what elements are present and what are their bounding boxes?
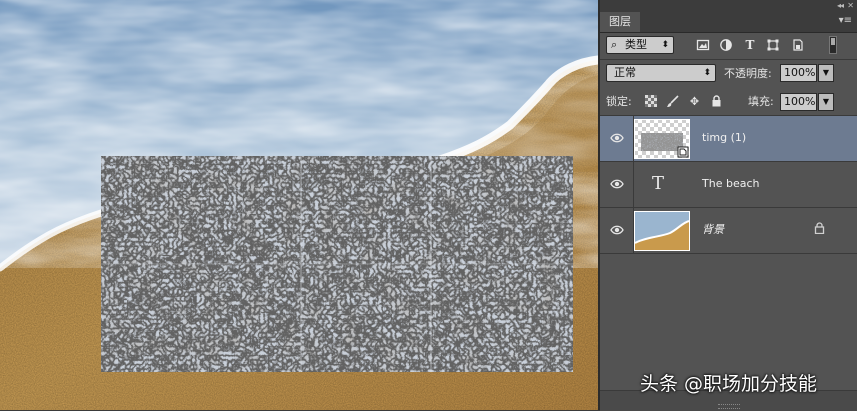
layer-name[interactable]: The beach (702, 177, 759, 191)
eye-visibility-icon[interactable] (610, 224, 624, 236)
layer-row-background[interactable]: 背景 (600, 208, 857, 254)
layer-row-timg[interactable]: timg (1) (600, 116, 857, 162)
foam-texture-image (101, 156, 573, 372)
lock-all-icon[interactable] (710, 95, 723, 108)
shape-filter-icon[interactable] (766, 38, 780, 52)
lock-pixels-brush-icon[interactable] (666, 95, 679, 108)
layer-name[interactable]: timg (1) (702, 131, 746, 145)
tab-layers[interactable]: 图层 (600, 12, 640, 32)
panel-title-bar: ◂◂ ✕ (600, 0, 857, 12)
fill-dropdown-button[interactable]: ▼ (818, 93, 834, 111)
image-filter-icon[interactable] (696, 38, 710, 52)
panel-tab-bar: 图层 ▾≡ (600, 12, 857, 33)
resize-grip[interactable] (718, 404, 740, 409)
filter-toggle-switch[interactable] (829, 36, 837, 54)
eye-visibility-icon[interactable] (610, 132, 624, 144)
layer-filter-bar: ⌕ 类型 ⬍ T (600, 33, 857, 59)
type-filter-icon[interactable]: T (743, 38, 757, 52)
lock-label: 锁定: (606, 95, 632, 108)
fill-label: 填充: (748, 95, 774, 108)
blend-mode-select[interactable]: 正常 ⬍ (606, 64, 716, 82)
blend-mode-value: 正常 (614, 66, 636, 79)
document-canvas[interactable] (0, 0, 598, 410)
layer-row-the-beach[interactable]: T The beach (600, 162, 857, 208)
layer-name[interactable]: 背景 (702, 223, 724, 237)
opacity-input[interactable]: 100% (780, 64, 817, 82)
updown-arrows-icon: ⬍ (661, 40, 669, 50)
updown-arrows-icon: ⬍ (703, 68, 711, 78)
eye-visibility-icon[interactable] (610, 178, 624, 190)
filter-kind-select[interactable]: ⌕ 类型 ⬍ (606, 36, 674, 54)
layers-panel: ◂◂ ✕ 图层 ▾≡ ⌕ 类型 ⬍ T 正常 ⬍ 不透明度: 100% ▼ 锁定… (598, 0, 857, 411)
layer-thumbnail-background[interactable] (634, 211, 690, 251)
filter-kind-label: 类型 (625, 38, 647, 51)
opacity-label: 不透明度: (724, 67, 772, 80)
lock-transparency-icon[interactable] (644, 95, 657, 108)
watermark-text: 头条 @职场加分技能 (640, 373, 818, 395)
layer-thumbnail-timg[interactable] (634, 119, 690, 159)
lock-fill-row: 锁定: ✥ 填充: 100% ▼ (600, 88, 857, 115)
close-panel-icon[interactable]: ✕ (847, 0, 854, 12)
smart-object-filter-icon[interactable] (791, 38, 805, 52)
collapse-panel-icon[interactable]: ◂◂ (837, 0, 844, 12)
search-icon: ⌕ (611, 38, 618, 51)
layer-locked-icon (814, 222, 825, 237)
blend-opacity-row: 正常 ⬍ 不透明度: 100% ▼ (600, 60, 857, 87)
text-layer-icon[interactable]: T (652, 171, 664, 197)
lock-position-move-icon[interactable]: ✥ (688, 95, 701, 108)
adjustment-filter-icon[interactable] (719, 38, 733, 52)
fill-input[interactable]: 100% (780, 93, 817, 111)
opacity-dropdown-button[interactable]: ▼ (818, 64, 834, 82)
separator (633, 162, 634, 208)
panel-menu-icon[interactable]: ▾≡ (839, 16, 852, 26)
foam-texture-layer[interactable] (101, 156, 573, 372)
